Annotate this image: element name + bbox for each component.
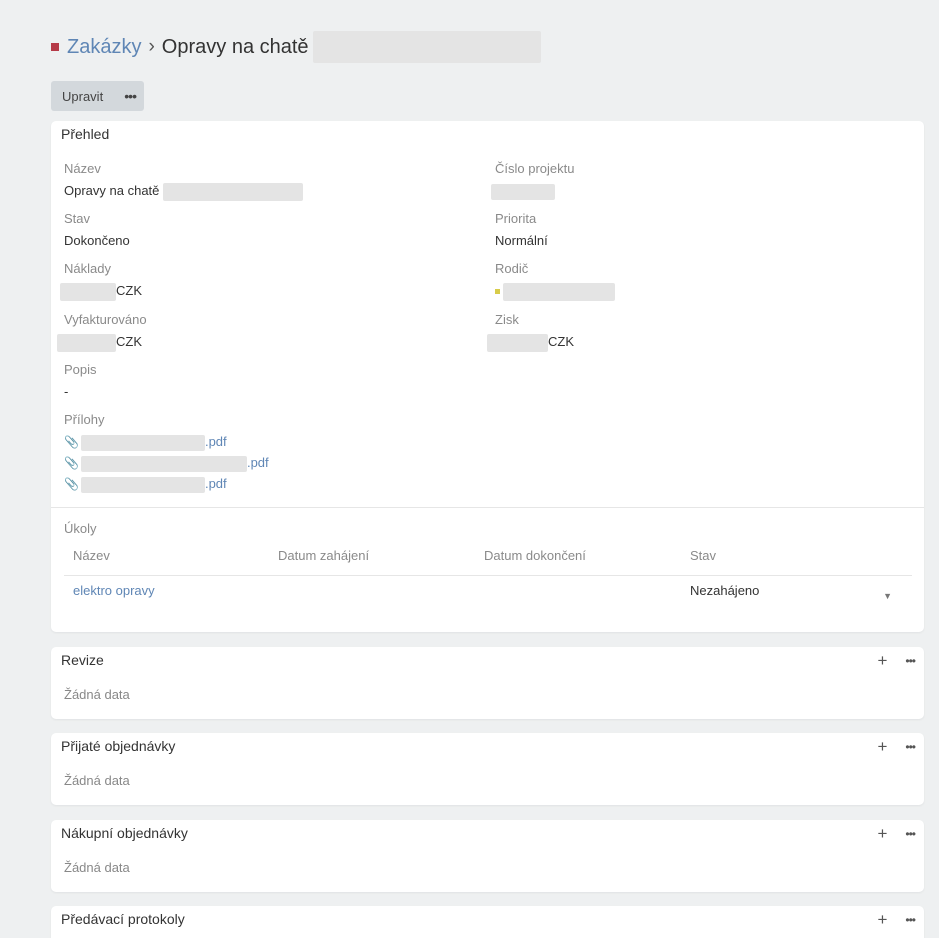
more-actions-icon[interactable]: ••• (905, 913, 916, 927)
field-costs: Náklady CZK (60, 261, 142, 301)
field-profit: Zisk CZK (487, 312, 574, 352)
field-name: Název Opravy na chatě (64, 161, 304, 201)
edit-button[interactable]: Upravit (51, 89, 103, 104)
action-toolbar: Upravit ••• (51, 81, 144, 111)
field-label: Číslo projektu (495, 161, 575, 176)
task-column-header[interactable]: Název (73, 548, 110, 563)
attachment-link[interactable]: .pdf (205, 434, 227, 449)
field-label: Rodič (495, 261, 529, 276)
tasks-label: Úkoly (64, 521, 97, 536)
invoiced-currency: CZK (116, 334, 142, 349)
breadcrumb: Zakázky › Opravy na chatě (51, 30, 541, 64)
redacted-text (80, 434, 205, 451)
empty-state-text: Žádná data (64, 860, 130, 875)
task-name-link[interactable]: elektro opravy (73, 583, 155, 598)
redacted-text (80, 476, 205, 493)
field-label: Náklady (64, 261, 111, 276)
paperclip-icon: 📎 (64, 435, 79, 449)
redacted-text (487, 333, 548, 352)
redacted-text (312, 31, 541, 63)
costs-currency: CZK (116, 283, 142, 298)
add-icon[interactable]: + (877, 652, 887, 669)
paperclip-icon: 📎 (64, 477, 79, 491)
section-title: Přijaté objednávky (61, 738, 176, 754)
task-column-header[interactable]: Datum zahájení (278, 548, 369, 563)
field-priority: Priorita Normální (495, 211, 548, 251)
task-status: Nezahájeno (690, 583, 760, 598)
field-label: Přílohy (64, 412, 105, 427)
attachment-item[interactable]: 📎 .pdf (64, 432, 269, 452)
add-icon[interactable]: + (877, 738, 887, 755)
section-card-revize: Revize + ••• Žádná data (51, 647, 924, 719)
parent-link[interactable] (495, 281, 615, 301)
empty-state-text: Žádná data (64, 773, 130, 788)
redacted-text (491, 183, 555, 200)
task-column-header[interactable]: Datum dokončení (484, 548, 586, 563)
redacted-text (163, 182, 304, 201)
section-card-purchase-orders: Nákupní objednávky + ••• Žádná data (51, 820, 924, 892)
field-label: Zisk (495, 312, 519, 327)
chevron-down-icon[interactable]: ▼ (883, 591, 892, 601)
empty-state-text: Žádná data (64, 687, 130, 702)
field-description: Popis - (64, 362, 97, 402)
field-parent: Rodič (495, 261, 615, 301)
field-label: Popis (64, 362, 97, 377)
paperclip-icon: 📎 (64, 456, 79, 470)
breadcrumb-separator: › (148, 36, 155, 57)
attachment-item[interactable]: 📎 .pdf (64, 453, 269, 473)
priority-value: Normální (495, 233, 548, 248)
section-title: Nákupní objednávky (61, 825, 188, 841)
section-card-received-orders: Přijaté objednávky + ••• Žádná data (51, 733, 924, 805)
more-actions-icon[interactable]: ••• (905, 740, 916, 754)
profit-currency: CZK (548, 334, 574, 349)
name-value: Opravy na chatě (64, 183, 160, 198)
overview-card: Přehled Název Opravy na chatě Stav Dokon… (51, 121, 924, 632)
more-actions-icon[interactable]: ••• (905, 827, 916, 841)
more-actions-icon[interactable]: ••• (905, 654, 916, 668)
attachment-link[interactable]: .pdf (247, 455, 269, 470)
more-actions-icon[interactable]: ••• (124, 88, 137, 104)
field-invoiced: Vyfakturováno CZK (57, 312, 147, 352)
field-label: Název (64, 161, 101, 176)
section-title: Předávací protokoly (61, 911, 185, 927)
add-icon[interactable]: + (877, 825, 887, 842)
redacted-text (80, 455, 247, 472)
overview-title: Přehled (61, 126, 110, 142)
field-project-number: Číslo projektu (491, 161, 575, 201)
module-color-icon (51, 43, 59, 51)
status-value: Dokončeno (64, 233, 130, 248)
description-value: - (64, 384, 69, 399)
field-label: Vyfakturováno (64, 312, 147, 327)
section-card-handover-protocols: Předávací protokoly + ••• (51, 906, 924, 938)
field-label: Priorita (495, 211, 537, 226)
parent-color-icon (495, 289, 500, 295)
attachment-link[interactable]: .pdf (205, 476, 227, 491)
table-divider (64, 575, 912, 576)
section-title: Revize (61, 652, 104, 668)
page-title: Opravy na chatě (161, 35, 309, 58)
add-icon[interactable]: + (877, 911, 887, 928)
breadcrumb-parent-link[interactable]: Zakázky (67, 36, 141, 59)
attachment-item[interactable]: 📎 .pdf (64, 474, 269, 494)
redacted-text (60, 282, 116, 301)
field-status: Stav Dokončeno (64, 211, 130, 251)
field-label: Stav (64, 211, 91, 226)
redacted-text (57, 333, 116, 352)
divider (51, 507, 924, 508)
task-column-header[interactable]: Stav (690, 548, 716, 563)
field-attachments: Přílohy 📎 .pdf 📎 .pdf 📎 .pdf (64, 412, 269, 494)
redacted-text (503, 282, 615, 301)
